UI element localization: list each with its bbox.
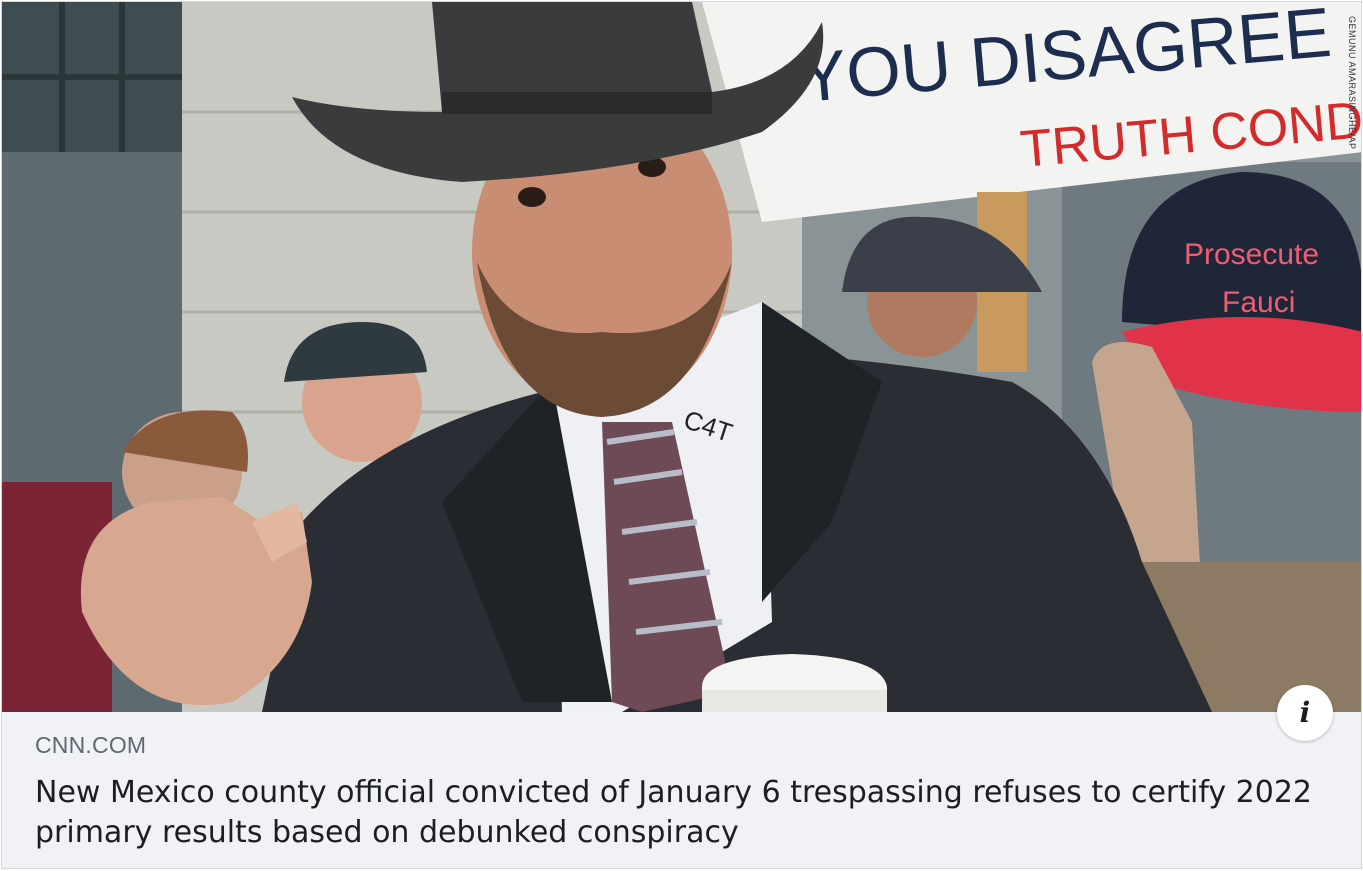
source-domain: CNN.COM — [35, 732, 147, 758]
article-headline[interactable]: New Mexico county official convicted of … — [35, 773, 1325, 853]
link-preview-card[interactable]: YOU DISAGREE TRUTH COND Prosecute Fauci — [1, 1, 1362, 869]
cap-text-1: Prosecute — [1184, 238, 1319, 271]
link-preview-meta[interactable]: CNN.COM New Mexico county official convi… — [2, 712, 1361, 868]
cap-text-2: Fauci — [1222, 286, 1295, 319]
info-icon: i — [1299, 696, 1311, 729]
article-photo[interactable]: YOU DISAGREE TRUTH COND Prosecute Fauci — [2, 2, 1361, 712]
info-button[interactable]: i — [1277, 685, 1333, 741]
photo-credit: GEMUNU AMARASINGHE/AP — [1347, 16, 1357, 150]
